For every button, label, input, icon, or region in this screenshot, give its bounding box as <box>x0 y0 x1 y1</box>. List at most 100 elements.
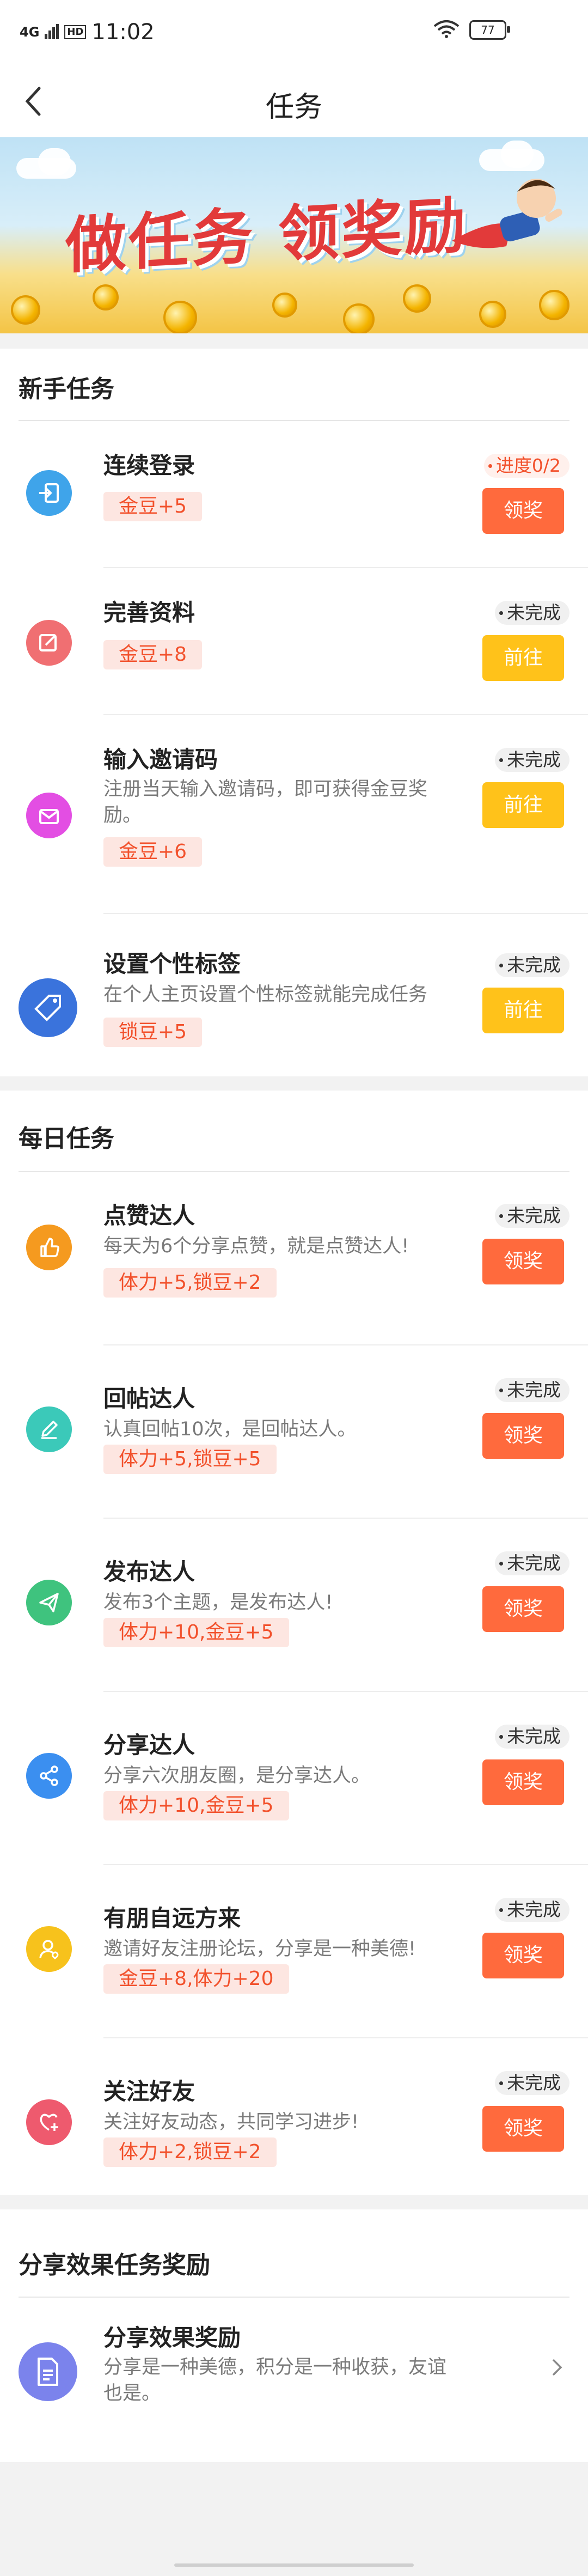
task-row: 输入邀请码 注册当天输入邀请码，即可获得金豆奖励。 金豆+6 未完成 前往 <box>0 715 588 914</box>
task-row: 有朋自远方来 邀请好友注册论坛，分享是一种美德! 金豆+8,体力+20 未完成 … <box>0 1865 588 2038</box>
send-icon <box>26 1580 72 1625</box>
reward-badge: 体力+10,金豆+5 <box>103 1791 289 1820</box>
flying-hero-illustration <box>446 159 566 263</box>
task-status: 进度0/2 <box>483 454 569 478</box>
task-description: 分享六次朋友圈，是分享达人。 <box>103 1765 371 1787</box>
go-button[interactable]: 前往 <box>482 782 564 828</box>
login-icon <box>26 470 72 516</box>
task-status: 未完成 <box>495 748 569 772</box>
banner-title: 做任务 领奖励 <box>65 190 468 282</box>
task-row: 连续登录 金豆+5 进度0/2 领奖 <box>0 421 588 568</box>
task-title: 点赞达人 <box>103 1202 195 1229</box>
status-bar: 4G HD 11:02 77 <box>0 0 588 65</box>
signal-bars-icon <box>45 20 59 45</box>
thumbs-up-icon <box>26 1225 72 1270</box>
page-title: 任务 <box>265 91 322 124</box>
document-icon <box>19 2342 77 2401</box>
home-indicator <box>174 2563 414 2567</box>
task-status: 未完成 <box>495 1898 569 1922</box>
coin-decoration <box>163 301 197 333</box>
claim-reward-button[interactable]: 领奖 <box>482 1239 564 1284</box>
reward-title: 分享效果奖励 <box>103 2324 241 2351</box>
coin-decoration <box>343 303 375 333</box>
task-description: 在个人主页设置个性标签就能完成任务 <box>103 984 428 1006</box>
chevron-right-icon <box>552 2359 562 2376</box>
hd-indicator: HD <box>64 25 87 39</box>
task-title: 有朋自远方来 <box>103 1905 241 1932</box>
share-reward-row[interactable]: 分享效果奖励 分享是一种美德，积分是一种收获，友谊也是。 <box>0 2298 588 2462</box>
reward-badge: 金豆+6 <box>103 837 203 867</box>
wifi-icon <box>433 20 460 40</box>
task-title: 输入邀请码 <box>103 746 218 773</box>
claim-reward-button[interactable]: 领奖 <box>482 1759 564 1805</box>
task-title: 连续登录 <box>103 452 195 479</box>
reward-badge: 锁豆+5 <box>103 1018 203 1047</box>
reward-badge: 体力+10,金豆+5 <box>103 1618 289 1647</box>
section-title: 新手任务 <box>19 375 114 403</box>
go-button[interactable]: 前往 <box>482 988 564 1033</box>
task-row: 点赞达人 每天为6个分享点赞，就是点赞达人! 体力+5,锁豆+2 未完成 领奖 <box>0 1172 588 1345</box>
task-title: 设置个性标签 <box>103 951 241 977</box>
task-status: 未完成 <box>495 2071 569 2095</box>
section-title: 每日任务 <box>19 1125 114 1153</box>
task-title: 分享达人 <box>103 1732 195 1758</box>
reward-badge: 体力+2,锁豆+2 <box>103 2137 277 2167</box>
claim-reward-button[interactable]: 领奖 <box>482 1586 564 1632</box>
mail-icon <box>26 793 72 838</box>
status-left: 4G HD 11:02 <box>20 20 155 45</box>
task-row: 关注好友 关注好友动态，共同学习进步! 体力+2,锁豆+2 未完成 领奖 <box>0 2038 588 2195</box>
heart-plus-icon <box>26 2099 72 2145</box>
daily-task-section: 每日任务 点赞达人 每天为6个分享点赞，就是点赞达人! 体力+5,锁豆+2 未完… <box>0 1091 588 2195</box>
coin-decoration <box>479 301 506 328</box>
task-row: 设置个性标签 在个人主页设置个性标签就能完成任务 锁豆+5 未完成 前往 <box>0 914 588 1076</box>
claim-reward-button[interactable]: 领奖 <box>482 1413 564 1459</box>
task-status: 未完成 <box>495 601 569 625</box>
cloud-decoration <box>38 148 71 175</box>
task-description: 发布3个主题，是发布达人! <box>103 1592 333 1613</box>
share-reward-section: 分享效果任务奖励 分享效果奖励 分享是一种美德，积分是一种收获，友谊也是。 <box>0 2209 588 2462</box>
tag-icon <box>19 978 77 1037</box>
coin-decoration <box>11 295 40 325</box>
claim-reward-button[interactable]: 领奖 <box>482 2106 564 2152</box>
reward-badge: 体力+5,锁豆+2 <box>103 1268 277 1298</box>
signal-indicator: 4G <box>20 25 40 40</box>
coin-decoration <box>539 290 569 320</box>
status-right: 77 <box>433 20 510 40</box>
promo-banner: 做任务 领奖励 <box>0 137 588 333</box>
task-status: 未完成 <box>495 1378 569 1402</box>
pencil-icon <box>26 1406 72 1452</box>
task-description: 邀请好友注册论坛，分享是一种美德! <box>103 1938 416 1960</box>
task-row: 分享达人 分享六次朋友圈，是分享达人。 体力+10,金豆+5 未完成 领奖 <box>0 1692 588 1865</box>
task-title: 回帖达人 <box>103 1385 195 1412</box>
task-row: 完善资料 金豆+8 未完成 前往 <box>0 568 588 715</box>
task-description: 认真回帖10次，是回帖达人。 <box>103 1418 357 1440</box>
task-status: 未完成 <box>495 1725 569 1749</box>
task-status: 未完成 <box>495 953 569 977</box>
invite-user-icon <box>26 1926 72 1972</box>
claim-reward-button[interactable]: 领奖 <box>482 1933 564 1978</box>
task-status: 未完成 <box>495 1551 569 1575</box>
reward-badge: 金豆+8,体力+20 <box>103 1964 289 1994</box>
task-row: 发布达人 发布3个主题，是发布达人! 体力+10,金豆+5 未完成 领奖 <box>0 1519 588 1692</box>
reward-badge: 金豆+5 <box>103 492 203 521</box>
coin-decoration <box>93 284 119 310</box>
task-description: 注册当天输入邀请码，即可获得金豆奖励。 <box>103 778 428 826</box>
share-icon <box>26 1753 72 1799</box>
task-description: 关注好友动态，共同学习进步! <box>103 2111 359 2133</box>
claim-reward-button[interactable]: 领奖 <box>482 488 564 534</box>
reward-badge: 体力+5,锁豆+5 <box>103 1445 277 1474</box>
reward-description: 分享是一种美德，积分是一种收获，友谊也是。 <box>103 2356 447 2404</box>
coin-decoration <box>272 293 297 318</box>
go-button[interactable]: 前往 <box>482 635 564 681</box>
edit-icon <box>26 620 72 666</box>
coin-decoration <box>403 284 431 313</box>
task-title: 完善资料 <box>103 599 195 626</box>
task-row: 回帖达人 认真回帖10次，是回帖达人。 体力+5,锁豆+5 未完成 领奖 <box>0 1345 588 1519</box>
task-description: 每天为6个分享点赞，就是点赞达人! <box>103 1235 409 1257</box>
clock: 11:02 <box>91 20 155 45</box>
reward-badge: 金豆+8 <box>103 640 203 669</box>
newbie-task-section: 新手任务 连续登录 金豆+5 进度0/2 领奖 完善资料 金豆+8 未完成 前往… <box>0 349 588 1076</box>
battery-icon: 77 <box>469 20 510 40</box>
task-status: 未完成 <box>495 1204 569 1228</box>
section-title: 分享效果任务奖励 <box>19 2251 210 2279</box>
